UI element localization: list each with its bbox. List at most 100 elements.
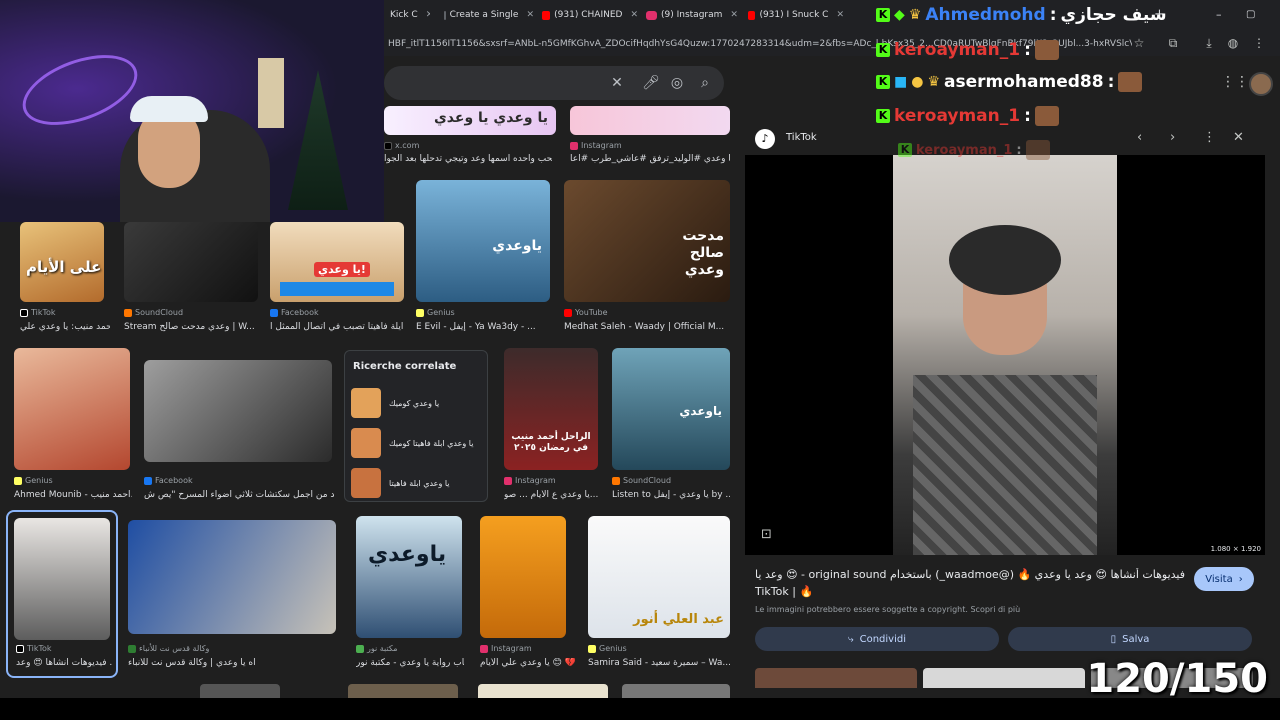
- search-box[interactable]: ✕ 🎤︎ ◎ ⌕: [384, 66, 724, 100]
- related-item[interactable]: يا وعدي ابلة فاهيتا: [351, 467, 481, 499]
- result-card[interactable]: وكالة قدس نت للأنباء آه يا وعدي | وكالة …: [128, 520, 338, 670]
- chat-username: Ahmedmohd: [925, 5, 1046, 25]
- more-options-icon[interactable]: ⋮: [1203, 130, 1216, 145]
- minimize-button[interactable]: –: [1216, 5, 1222, 23]
- result-thumbnail[interactable]: [480, 516, 566, 638]
- result-thumbnail[interactable]: [124, 222, 258, 302]
- globe-icon[interactable]: ◍: [1226, 36, 1240, 50]
- tab-3[interactable]: (9) Instagram ✕: [646, 6, 740, 24]
- result-title[interactable]: فيديوهات أنشاها 😍 وعد ...: [16, 658, 112, 668]
- close-icon[interactable]: ✕: [526, 10, 534, 20]
- related-item[interactable]: يا وعدي ابلة فاهيتا كوميك: [351, 427, 481, 459]
- result-card[interactable]: ياوعدي مكتبة نور كتاب رواية يا وعدي - مك…: [356, 516, 464, 670]
- result-thumbnail[interactable]: [478, 684, 608, 698]
- result-title[interactable]: كتاب رواية يا وعدي - مكتبة نور: [356, 658, 464, 668]
- result-thumbnail[interactable]: [570, 106, 730, 135]
- result-card[interactable]: Genius Ahmed Mounib - أحمد منيب...: [14, 348, 132, 502]
- result-card[interactable]: الراحل أحمد منيب في رمضان ٢٠٢٥ Instagram…: [504, 348, 600, 502]
- related-image[interactable]: [923, 668, 1085, 688]
- lens-icon[interactable]: ⊡: [761, 527, 772, 542]
- result-thumbnail[interactable]: عبد العلي أنور: [588, 516, 730, 638]
- result-card[interactable]: عبد العلي أنور Genius Samira Said - سمير…: [588, 516, 732, 670]
- result-thumbnail[interactable]: [348, 684, 458, 698]
- result-card[interactable]: مدحت صالح وعدي YouTube Medhat Saleh - Wa…: [564, 180, 732, 334]
- tab-0[interactable]: Kick C ✕: [390, 6, 430, 24]
- result-card[interactable]: Instagram يا وعدي علي الأيام 😊 💔: [480, 516, 576, 670]
- result-card[interactable]: ياوعدي SoundCloud Listen to يا وعدي - إي…: [612, 348, 732, 502]
- avatar[interactable]: [1249, 72, 1273, 96]
- related-image[interactable]: [755, 668, 917, 688]
- result-title[interactable]: Stream وعدي مدحت صالح | W...: [124, 322, 258, 332]
- search-icon[interactable]: ⌕: [696, 74, 714, 92]
- result-title[interactable]: اه يا وعدي #الوليد_ترفق #عاشي_طرب #اعا..…: [570, 154, 730, 164]
- result-title[interactable]: Medhat Saleh - Waady | Official M...: [564, 322, 732, 332]
- result-thumbnail[interactable]: يا وعدي يا وعدي: [384, 106, 556, 135]
- kick-badge-icon: K: [898, 143, 912, 157]
- related-item[interactable]: يا وعدي كوميك: [351, 387, 481, 419]
- result-thumbnail[interactable]: الراحل أحمد منيب في رمضان ٢٠٢٥: [504, 348, 598, 470]
- lens-icon[interactable]: ◎: [668, 74, 686, 92]
- result-card[interactable]: يا وعدي! Facebook آيلة فاهيتا تصبب في ات…: [270, 222, 404, 334]
- microphone-icon[interactable]: 🎤︎: [642, 74, 660, 92]
- result-card[interactable]: SoundCloud Stream وعدي مدحت صالح | W...: [124, 222, 258, 334]
- result-thumbnail[interactable]: ياوعدي: [416, 180, 550, 302]
- result-thumbnail[interactable]: [14, 518, 110, 640]
- result-card[interactable]: ياوعدي Genius E Evil - إيفل - Ya Wa3dy -…: [416, 180, 550, 334]
- result-thumbnail[interactable]: ياوعدي: [612, 348, 730, 470]
- result-title[interactable]: لما تحب واحده اسمها وعد وتيجي تدحلها بعد…: [384, 154, 552, 164]
- close-icon[interactable]: ✕: [630, 10, 638, 20]
- result-title[interactable]: آيلة فاهيتا تصبب في اتصال الممثل ا...: [270, 322, 404, 332]
- result-card[interactable]: يا وعدي على الأيام TikTok أحمد منيب: يا …: [20, 222, 110, 334]
- extensions-icon[interactable]: ⧉: [1166, 36, 1180, 50]
- preview-image[interactable]: [893, 155, 1117, 555]
- detail-title[interactable]: فيديوهات أنشاها 😍 وعد يا وعدي 🔥 (@waadmo…: [755, 568, 1185, 581]
- result-thumbnail[interactable]: [14, 348, 130, 470]
- result-title[interactable]: E Evil - إيفل - Ya Wa3dy - ...: [416, 322, 550, 332]
- image-viewer[interactable]: ⊡ 1.080 × 1.920: [745, 155, 1265, 555]
- download-icon[interactable]: ⤓: [1202, 36, 1216, 50]
- maximize-button[interactable]: ▢: [1246, 5, 1255, 23]
- result-card[interactable]: يا وعدي يا وعدي x.com لما تحب واحده اسمه…: [384, 106, 556, 166]
- tab-2[interactable]: (931) CHAINED ✕: [542, 6, 638, 24]
- tab-4[interactable]: (931) I Snuck C ✕: [748, 6, 844, 24]
- result-thumbnail[interactable]: يا وعدي على الأيام: [20, 222, 104, 302]
- result-title[interactable]: واحد من أجمل سكتشات ثلاثي أضواء المسرح "…: [144, 490, 334, 500]
- result-title[interactable]: أحمد منيب: يا وعدي علي...: [20, 322, 110, 332]
- close-icon[interactable]: ✕: [426, 10, 430, 20]
- result-thumbnail[interactable]: ياوعدي: [356, 516, 462, 638]
- result-card[interactable]: Instagram اه يا وعدي #الوليد_ترفق #عاشي_…: [570, 106, 730, 166]
- result-card-selected[interactable]: TikTok فيديوهات أنشاها 😍 وعد ...: [6, 510, 118, 678]
- apps-grid-icon[interactable]: ⋮⋮: [1221, 74, 1249, 94]
- bookmark-star-icon[interactable]: ☆: [1132, 36, 1146, 50]
- result-card[interactable]: Facebook واحد من أجمل سكتشات ثلاثي أضواء…: [144, 360, 334, 502]
- result-title[interactable]: يا وعدي ع الأيام ... صو...: [504, 490, 598, 500]
- result-thumbnail[interactable]: [128, 520, 336, 634]
- address-bar: HBF_itlT1156IT1156&sxsrf=ANbL-n5GMfKGhvA…: [384, 30, 1280, 56]
- result-thumbnail[interactable]: يا وعدي!: [270, 222, 404, 302]
- result-title[interactable]: Listen to يا وعدي - إيفل by ...: [612, 490, 730, 500]
- result-title[interactable]: آه يا وعدي | وكالة قدس نت للأنباء: [128, 658, 338, 668]
- previous-icon[interactable]: ‹: [1137, 130, 1142, 145]
- result-title[interactable]: يا وعدي علي الأيام 😊 💔: [480, 658, 576, 668]
- close-icon[interactable]: ✕: [1233, 130, 1244, 145]
- tab-1[interactable]: Create a Single ✕: [444, 6, 534, 24]
- detail-title-suffix[interactable]: TikTok | 🔥: [755, 585, 813, 598]
- result-title[interactable]: Samira Said - سميرة سعيد – Wa...: [588, 658, 732, 668]
- save-button[interactable]: ▯ Salva: [1008, 627, 1252, 651]
- close-icon[interactable]: ✕: [730, 10, 738, 20]
- thumbnail-text: مدحت صالح وعدي: [682, 228, 724, 278]
- menu-dots-icon[interactable]: ⋮: [1252, 36, 1266, 50]
- clear-icon[interactable]: ✕: [608, 74, 626, 92]
- result-thumbnail[interactable]: [622, 684, 730, 698]
- close-icon[interactable]: ✕: [836, 10, 844, 20]
- tab-label: Kick C: [390, 10, 418, 20]
- emote-icon: [1025, 140, 1050, 160]
- result-thumbnail[interactable]: مدحت صالح وعدي: [564, 180, 730, 302]
- result-thumbnail[interactable]: [144, 360, 332, 462]
- visit-button[interactable]: Visita ›: [1194, 567, 1254, 591]
- share-icon: ⤷: [848, 633, 854, 645]
- share-button[interactable]: ⤷ Condividi: [755, 627, 999, 651]
- next-icon[interactable]: ›: [1170, 130, 1175, 145]
- result-thumbnail[interactable]: [200, 684, 280, 698]
- result-title[interactable]: Ahmed Mounib - أحمد منيب...: [14, 490, 132, 500]
